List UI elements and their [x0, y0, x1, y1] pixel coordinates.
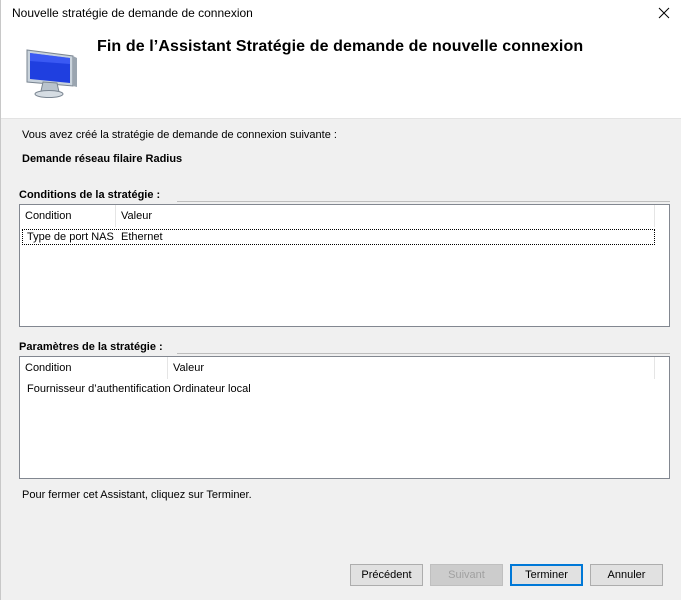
close-button[interactable]: [646, 0, 681, 26]
table-row[interactable]: Fournisseur d’authentification Ordinateu…: [22, 381, 655, 397]
column-header-condition[interactable]: Condition: [20, 205, 116, 227]
intro-text: Vous avez créé la stratégie de demande d…: [22, 129, 337, 141]
close-icon: [658, 7, 670, 19]
page-title: Fin de l’Assistant Stratégie de demande …: [97, 38, 584, 55]
row-condition: Fournisseur d’authentification: [27, 383, 171, 395]
wizard-window: Nouvelle stratégie de demande de connexi…: [0, 0, 681, 600]
next-button[interactable]: Suivant: [430, 564, 503, 586]
column-header-value[interactable]: Valeur: [116, 205, 655, 227]
computer-monitor-icon: [26, 49, 77, 98]
column-header-value[interactable]: Valeur: [168, 357, 655, 379]
settings-label: Paramètres de la stratégie :: [19, 341, 163, 353]
conditions-divider: [177, 201, 670, 202]
wizard-header: Fin de l’Assistant Stratégie de demande …: [1, 26, 681, 119]
footer-text: Pour fermer cet Assistant, cliquez sur T…: [22, 489, 252, 501]
conditions-list-header: Condition Valeur: [20, 205, 669, 227]
policy-name: Demande réseau filaire Radius: [22, 153, 183, 165]
table-row[interactable]: Type de port NAS Ethernet: [22, 229, 655, 245]
window-title: Nouvelle stratégie de demande de connexi…: [12, 6, 253, 20]
cancel-button[interactable]: Annuler: [590, 564, 663, 586]
finish-button[interactable]: Terminer: [510, 564, 583, 586]
conditions-label: Conditions de la stratégie :: [19, 189, 161, 201]
column-header-condition[interactable]: Condition: [20, 357, 168, 379]
title-bar: Nouvelle stratégie de demande de connexi…: [1, 0, 681, 26]
row-condition: Type de port NAS: [27, 231, 114, 243]
conditions-list[interactable]: Condition Valeur Type de port NAS Ethern…: [19, 204, 670, 327]
settings-list[interactable]: Condition Valeur Fournisseur d’authentif…: [19, 356, 670, 479]
settings-list-header: Condition Valeur: [20, 357, 669, 379]
previous-button[interactable]: Précédent: [350, 564, 423, 586]
row-value: Ordinateur local: [173, 383, 251, 395]
settings-divider: [177, 353, 670, 354]
row-value: Ethernet: [121, 231, 163, 243]
